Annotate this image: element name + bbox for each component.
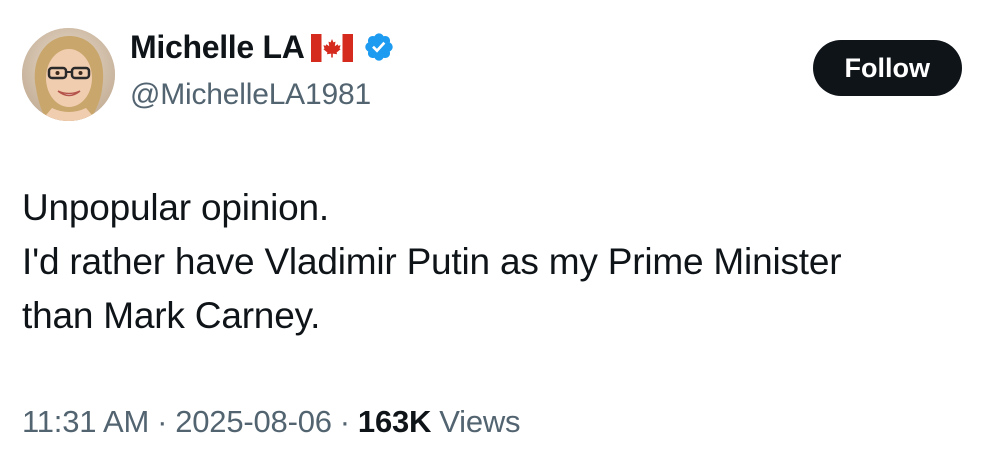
canada-flag-icon [310,34,353,62]
separator-dot: · [157,404,168,439]
tweet-meta: 11:31 AM · 2025-08-06 · 163K Views [22,404,521,440]
name-row: Michelle LA [130,28,395,66]
tweet-text-line: Unpopular opinion. [22,187,330,228]
verified-badge-icon[interactable] [363,31,395,63]
tweet-header: Michelle LA @MichelleLA1981 Follow [22,28,962,123]
views-count[interactable]: 163K [358,404,432,439]
follow-button[interactable]: Follow [812,40,962,96]
user-handle[interactable]: @MichelleLA1981 [130,78,395,112]
post-time[interactable]: 11:31 AM [22,404,149,439]
tweet-text-line: than Mark Carney. [22,295,321,336]
tweet-text-line: I'd rather have Vladimir Putin as my Pri… [22,241,842,282]
display-name[interactable]: Michelle LA [130,29,305,66]
tweet-text: Unpopular opinion. I'd rather have Vladi… [22,181,982,343]
author-identity: Michelle LA @MichelleLA1981 [130,28,395,112]
separator-dot: · [339,404,350,439]
post-date[interactable]: 2025-08-06 [175,404,332,439]
avatar[interactable] [22,28,115,121]
views-label: Views [439,404,521,439]
tweet-card: Michelle LA @MichelleLA1981 Follow Unpop… [0,0,1000,471]
